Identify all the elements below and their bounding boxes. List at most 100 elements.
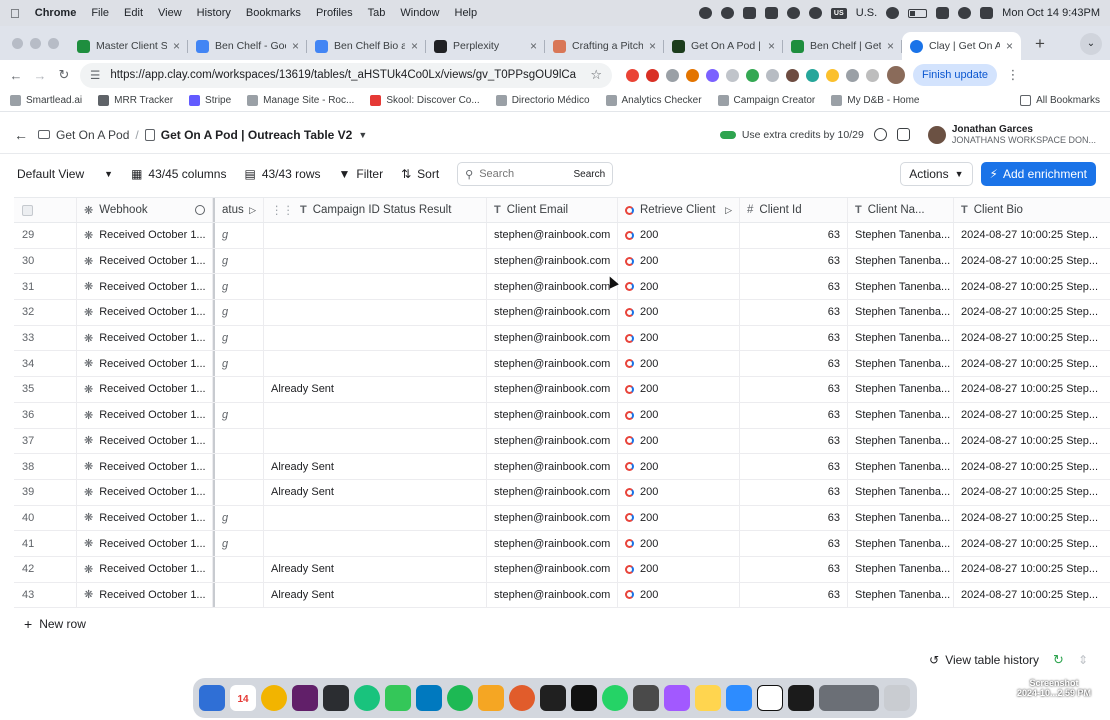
cell-campaign-result[interactable]: Already Sent	[264, 377, 487, 402]
cell-client-name[interactable]: Stephen Tanenba...	[848, 223, 954, 248]
cell-campaign-result[interactable]	[264, 531, 487, 556]
cell-client-id[interactable]: 63	[740, 325, 848, 351]
cell-campaign-result[interactable]	[264, 325, 487, 351]
row-number[interactable]: 34	[14, 351, 77, 377]
table-row[interactable]: 32 ❋ Received October 1... g stephen@rainboo…	[14, 300, 1110, 326]
refresh-icon[interactable]: ↻	[1053, 652, 1064, 668]
cell-status[interactable]	[213, 454, 264, 479]
table-row[interactable]: 43 ❋ Received October 1... Already Sent step…	[14, 582, 1110, 609]
cell-webhook[interactable]: ❋ Received October 1...	[77, 351, 213, 377]
row-number[interactable]: 40	[14, 505, 77, 531]
cell-retrieve-client[interactable]: 200	[618, 351, 740, 377]
user-icon[interactable]	[886, 7, 900, 19]
ext-icon-4[interactable]	[686, 68, 699, 82]
inbox-icon[interactable]	[896, 128, 910, 141]
cell-webhook[interactable]: ❋ Received October 1...	[77, 556, 213, 582]
cell-status[interactable]: g	[213, 248, 264, 274]
pencil-app-icon[interactable]	[633, 685, 659, 711]
cell-client-email[interactable]: stephen@rainbook.com	[487, 402, 618, 428]
cell-client-email[interactable]: stephen@rainbook.com	[487, 223, 618, 248]
cell-retrieve-client[interactable]: 200	[618, 248, 740, 274]
control-center-icon[interactable]	[980, 7, 994, 19]
bookmark-analytics[interactable]: Analytics Checker	[605, 95, 702, 106]
columns-button[interactable]: ▦ 43/45 columns	[131, 167, 226, 181]
table-row[interactable]: 30 ❋ Received October 1... g stephen@rainboo…	[14, 248, 1110, 275]
bookmark-manage-site[interactable]: Manage Site - Roc...	[247, 95, 354, 106]
cell-campaign-result[interactable]	[264, 402, 487, 428]
cell-retrieve-client[interactable]: 200	[618, 274, 740, 300]
new-tab-icon[interactable]: +	[1035, 34, 1045, 54]
cell-campaign-result[interactable]	[264, 351, 487, 377]
column-header-client-email[interactable]: T Client Email	[487, 198, 618, 222]
cell-client-bio[interactable]: 2024-08-27 10:00:25 Step...	[954, 223, 1110, 248]
cell-client-id[interactable]: 63	[740, 300, 848, 325]
cell-client-name[interactable]: Stephen Tanenba...	[848, 479, 954, 505]
spotify-icon[interactable]	[447, 685, 473, 711]
puzzle-icon[interactable]	[846, 68, 859, 82]
profile-avatar[interactable]	[887, 66, 905, 84]
cell-client-email[interactable]: stephen@rainbook.com	[487, 428, 618, 454]
finder-icon[interactable]	[199, 685, 225, 711]
cell-client-bio[interactable]: 2024-08-27 10:00:25 Step...	[954, 326, 1110, 351]
expand-icon[interactable]: ⇕	[1078, 653, 1088, 667]
cell-client-id[interactable]: 63	[740, 377, 848, 402]
zoom-icon[interactable]	[726, 685, 752, 711]
cell-client-id[interactable]: 63	[740, 248, 848, 274]
more-menu-icon[interactable]: ⋮	[1005, 67, 1021, 83]
menu-profiles[interactable]: Profiles	[316, 7, 353, 19]
cell-retrieve-client[interactable]: 200	[618, 505, 740, 531]
search-button[interactable]: Search	[573, 169, 605, 180]
cell-client-name[interactable]: Stephen Tanenba...	[848, 274, 954, 300]
cell-client-id[interactable]: 63	[740, 223, 848, 248]
cell-status[interactable]	[213, 582, 264, 608]
cell-campaign-result[interactable]	[264, 223, 487, 248]
cell-webhook[interactable]: ❋ Received October 1...	[77, 402, 213, 428]
cell-client-name[interactable]: Stephen Tanenba...	[848, 377, 954, 402]
wifi-icon[interactable]	[936, 7, 950, 19]
input-source-label[interactable]: U.S.	[856, 7, 877, 19]
tab-ben-chelf-get[interactable]: Ben Chelf | Get ×	[783, 32, 902, 60]
cell-client-name[interactable]: Stephen Tanenba...	[848, 325, 954, 351]
cell-status[interactable]: g	[213, 402, 264, 428]
cell-client-email[interactable]: stephen@rainbook.com	[487, 300, 618, 325]
finish-update-button[interactable]: Finish update	[913, 64, 998, 86]
bookmark-smartlead[interactable]: Smartlead.ai	[10, 95, 82, 106]
actions-button[interactable]: Actions ▼	[900, 162, 973, 186]
sort-button[interactable]: ⇅ Sort	[401, 167, 439, 181]
cell-retrieve-client[interactable]: 200	[618, 531, 740, 556]
cell-client-name[interactable]: Stephen Tanenba...	[848, 428, 954, 454]
all-bookmarks[interactable]: All Bookmarks	[1020, 95, 1100, 106]
cell-client-bio[interactable]: 2024-08-27 10:00:25 Step...	[954, 583, 1110, 608]
cell-client-email[interactable]: stephen@rainbook.com	[487, 454, 618, 479]
trash-icon[interactable]	[884, 685, 910, 711]
close-tab-icon[interactable]: ×	[173, 39, 180, 53]
back-arrow-icon[interactable]: ←	[14, 127, 28, 143]
row-number[interactable]: 35	[14, 377, 77, 402]
column-header-client-bio[interactable]: T Client Bio	[954, 198, 1110, 222]
close-tab-icon[interactable]: ×	[292, 39, 299, 53]
ext-icon-10[interactable]	[806, 68, 819, 82]
menu-help[interactable]: Help	[455, 7, 478, 19]
filter-button[interactable]: ▼ Filter	[339, 167, 384, 181]
table-row[interactable]: 40 ❋ Received October 1... g stephen@rainboo…	[14, 505, 1110, 532]
cell-campaign-result[interactable]: Already Sent	[264, 582, 487, 608]
cell-campaign-result[interactable]: Already Sent	[264, 479, 487, 505]
clock[interactable]: Mon Oct 14 9:43PM	[1002, 7, 1100, 19]
cell-status[interactable]: g	[213, 274, 264, 300]
maximize-window-icon[interactable]	[48, 38, 59, 49]
menu-window[interactable]: Window	[400, 7, 439, 19]
breadcrumb-workspace[interactable]: Get On A Pod	[56, 128, 129, 142]
tab-perplexity[interactable]: Perplexity ×	[426, 32, 545, 60]
reload-icon[interactable]: ↻	[56, 67, 72, 83]
ext-icon-2[interactable]	[646, 68, 659, 82]
table-row[interactable]: 29 ❋ Received October 1... g stephen@rainboo…	[14, 223, 1110, 249]
cell-client-bio[interactable]: 2024-08-27 10:00:25 Step...	[954, 454, 1110, 479]
cell-client-id[interactable]: 63	[740, 505, 848, 531]
screenshot-thumbnail-label[interactable]: Screenshot 2024-10...2.59 PM	[1004, 678, 1104, 698]
table-row[interactable]: 31 ❋ Received October 1... g stephen@rainboo…	[14, 274, 1110, 301]
menu-history[interactable]: History	[197, 7, 231, 19]
checkbox[interactable]	[22, 204, 33, 216]
cell-client-email[interactable]: stephen@rainbook.com	[487, 531, 618, 556]
bookmark-stripe[interactable]: Stripe	[189, 95, 231, 106]
cell-campaign-result[interactable]: Already Sent	[264, 454, 487, 479]
